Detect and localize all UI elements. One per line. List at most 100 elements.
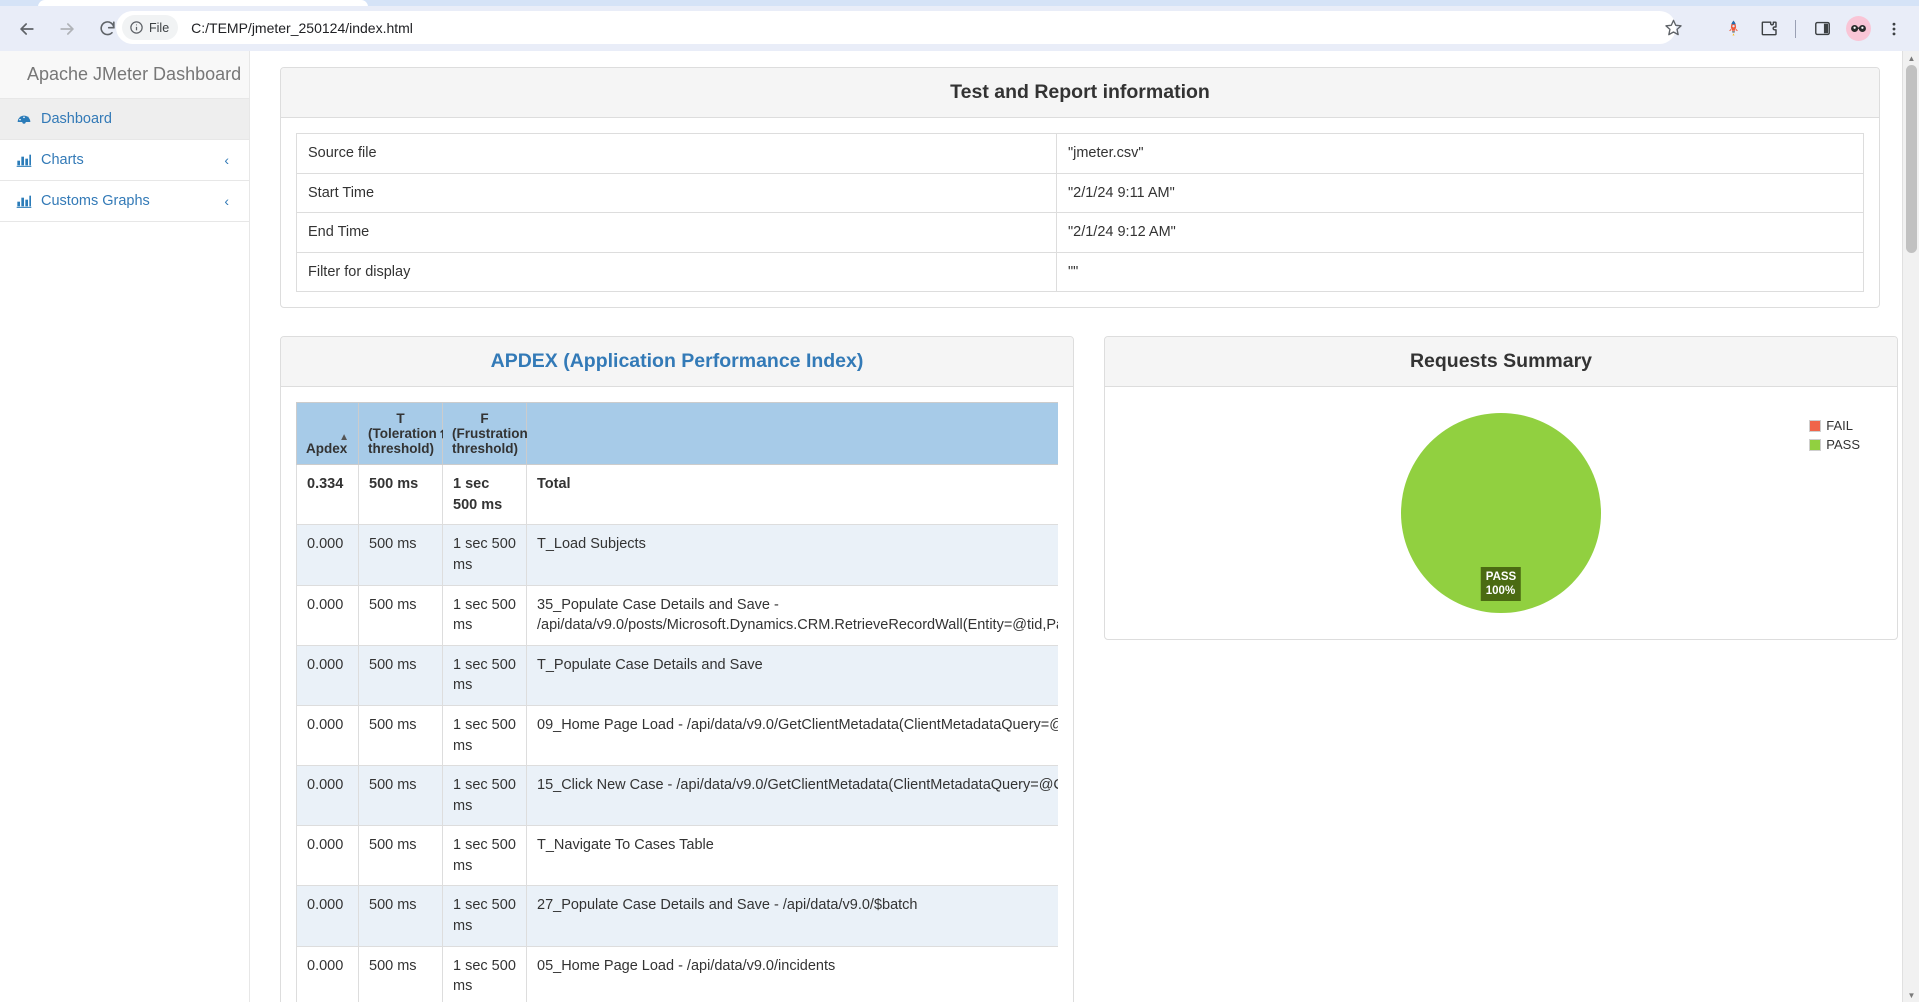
back-arrow-icon[interactable] <box>10 12 44 46</box>
apdex-col-f-line2: (Frustration <box>452 426 528 442</box>
page-scrollbar[interactable]: ▲ ▼ <box>1902 51 1919 1002</box>
table-row: Filter for display "" <box>296 251 1865 293</box>
row-value: "2/1/24 9:11 AM" <box>1055 172 1865 214</box>
cell-apdex: 0.000 <box>296 945 359 1002</box>
table-row: Start Time "2/1/24 9:11 AM" <box>296 172 1865 214</box>
row-key: Start Time <box>296 172 1057 214</box>
cell-toleration: 500 ms <box>358 885 443 947</box>
sidebar-item-label: Customs Graphs <box>41 193 150 209</box>
cell-frustration: 1 sec 500 ms <box>442 704 527 767</box>
legend-item-pass[interactable]: PASS <box>1809 437 1860 452</box>
cell-label: 15_Click New Case - /api/data/v9.0/GetCl… <box>526 765 1058 827</box>
legend-swatch-pass <box>1809 438 1822 451</box>
chevron-left-icon[interactable]: ‹ <box>224 153 229 167</box>
table-row: 0.000 500 ms 1 sec 500 ms 05_Home Page L… <box>296 945 1058 1002</box>
test-info-title: Test and Report information <box>950 81 1210 103</box>
table-row: 0.000 500 ms 1 sec 500 ms 35_Populate Ca… <box>296 584 1058 646</box>
requests-summary-body: PASS 100% FAIL PASS <box>1105 387 1897 639</box>
sidebar-item-charts[interactable]: Charts ‹ <box>0 140 249 181</box>
cell-frustration: 1 sec 500 ms <box>442 524 527 586</box>
cell-apdex: 0.334 <box>296 464 359 526</box>
requests-summary-pie-chart: PASS 100% FAIL PASS <box>1120 402 1882 624</box>
extensions-puzzle-icon[interactable] <box>1752 12 1786 46</box>
sort-ascending-icon: ▲ <box>339 431 349 443</box>
cell-frustration: 1 sec 500 ms <box>442 644 527 706</box>
cell-toleration: 500 ms <box>358 765 443 827</box>
pie-legend: FAIL PASS <box>1809 418 1860 456</box>
cell-toleration: 500 ms <box>358 584 443 646</box>
table-row: 0.000 500 ms 1 sec 500 ms T_Navigate To … <box>296 825 1058 887</box>
bar-chart-icon <box>14 193 34 209</box>
cell-label: T_Load Subjects <box>526 524 1058 586</box>
forward-arrow-icon[interactable] <box>50 12 84 46</box>
apdex-col-t-line2: (Toleration <box>368 426 437 442</box>
cell-apdex: 0.000 <box>296 704 359 767</box>
test-info-heading: Test and Report information <box>281 68 1879 118</box>
table-row: 0.000 500 ms 1 sec 500 ms 15_Click New C… <box>296 765 1058 827</box>
apdex-col-f-line1: F <box>480 411 489 427</box>
row-value: "" <box>1055 251 1865 293</box>
dashboard-gauge-icon <box>14 111 34 127</box>
apdex-col-label[interactable] <box>526 402 1058 466</box>
cell-frustration: 1 sec 500 ms <box>442 825 527 887</box>
cell-label: 35_Populate Case Details and Save - /api… <box>526 584 1058 646</box>
pie-slice-label-pct: 100% <box>1485 584 1516 597</box>
apdex-col-t-line1: T <box>396 411 405 427</box>
cell-apdex: 0.000 <box>296 825 359 887</box>
cell-apdex: 0.000 <box>296 644 359 706</box>
table-row: 0.000 500 ms 1 sec 500 ms 09_Home Page L… <box>296 704 1058 767</box>
legend-item-fail[interactable]: FAIL <box>1809 418 1860 433</box>
page-viewport: Apache JMeter Dashboard Dashboard Charts… <box>0 51 1919 1002</box>
address-bar[interactable]: File C:/TEMP/jmeter_250124/index.html <box>116 11 1676 44</box>
apdex-col-apdex[interactable]: ▲ Apdex <box>296 402 359 466</box>
cell-apdex: 0.000 <box>296 524 359 586</box>
pie-slice-pass[interactable]: PASS 100% <box>1401 413 1601 614</box>
pie-slice-label: PASS 100% <box>1480 566 1522 602</box>
cell-toleration: 500 ms <box>358 945 443 1002</box>
avatar[interactable] <box>1845 16 1871 41</box>
scroll-down-arrow-icon[interactable]: ▼ <box>1903 988 1919 1002</box>
apdex-table-scroll[interactable]: ▲ Apdex T (Toleration⇅ threshold) <box>296 402 1058 1002</box>
apdex-body: ▲ Apdex T (Toleration⇅ threshold) <box>281 387 1073 1002</box>
sidebar: Apache JMeter Dashboard Dashboard Charts… <box>0 51 250 1002</box>
cell-frustration: 1 sec 500 ms <box>442 945 527 1002</box>
test-info-panel: Test and Report information Source file … <box>280 67 1880 309</box>
cell-label: 09_Home Page Load - /api/data/v9.0/GetCl… <box>526 704 1058 767</box>
page-title: Apache JMeter Dashboard <box>0 51 249 99</box>
rocket-icon[interactable] <box>1716 12 1750 46</box>
cell-apdex: 0.000 <box>296 765 359 827</box>
bookmark-star-icon[interactable] <box>1656 11 1690 44</box>
apdex-col-f-line3: threshold) <box>452 441 518 457</box>
dashboard-row: APDEX (Application Performance Index) ▲ … <box>280 336 1898 1002</box>
sidebar-item-dashboard[interactable]: Dashboard <box>0 99 249 140</box>
legend-label-pass: PASS <box>1826 437 1860 453</box>
cell-apdex: 0.000 <box>296 584 359 646</box>
three-dot-menu-icon[interactable] <box>1877 12 1911 46</box>
apdex-panel: APDEX (Application Performance Index) ▲ … <box>280 336 1074 1002</box>
profile-avatar-icon[interactable] <box>1841 12 1875 46</box>
apdex-col-frustration[interactable]: F (Frustration⇅ threshold) <box>442 402 540 466</box>
browser-chrome: File C:/TEMP/jmeter_250124/index.html <box>0 0 1919 51</box>
cell-label: T_Populate Case Details and Save <box>526 644 1058 706</box>
chevron-left-icon[interactable]: ‹ <box>224 194 229 208</box>
page-scroll-thumb[interactable] <box>1906 65 1917 253</box>
table-row: 0.000 500 ms 1 sec 500 ms 27_Populate Ca… <box>296 885 1058 947</box>
apdex-col-toleration[interactable]: T (Toleration⇅ threshold) <box>358 402 449 466</box>
apdex-table: ▲ Apdex T (Toleration⇅ threshold) <box>296 402 1058 1002</box>
cell-label: 27_Populate Case Details and Save - /api… <box>526 885 1058 947</box>
cell-label: 05_Home Page Load - /api/data/v9.0/incid… <box>526 945 1058 1002</box>
apdex-table-body: 0.334 500 ms 1 sec 500 ms Total 0.000 50… <box>296 464 1058 1002</box>
main-content: Test and Report information Source file … <box>250 51 1902 1002</box>
url-text[interactable]: C:/TEMP/jmeter_250124/index.html <box>191 20 413 36</box>
sidebar-item-label: Charts <box>41 152 84 168</box>
sidebar-item-customs-graphs[interactable]: Customs Graphs ‹ <box>0 181 249 222</box>
cell-toleration: 500 ms <box>358 704 443 767</box>
requests-summary-title: Requests Summary <box>1409 350 1593 373</box>
legend-swatch-fail <box>1809 419 1822 432</box>
scroll-up-arrow-icon[interactable]: ▲ <box>1903 51 1919 65</box>
table-row: Source file "jmeter.csv" <box>296 133 1865 174</box>
site-info-chip[interactable]: File <box>122 15 179 40</box>
apdex-col-apdex-label: Apdex <box>306 441 348 457</box>
side-panel-icon[interactable] <box>1805 12 1839 46</box>
table-row: 0.000 500 ms 1 sec 500 ms T_Populate Cas… <box>296 644 1058 706</box>
